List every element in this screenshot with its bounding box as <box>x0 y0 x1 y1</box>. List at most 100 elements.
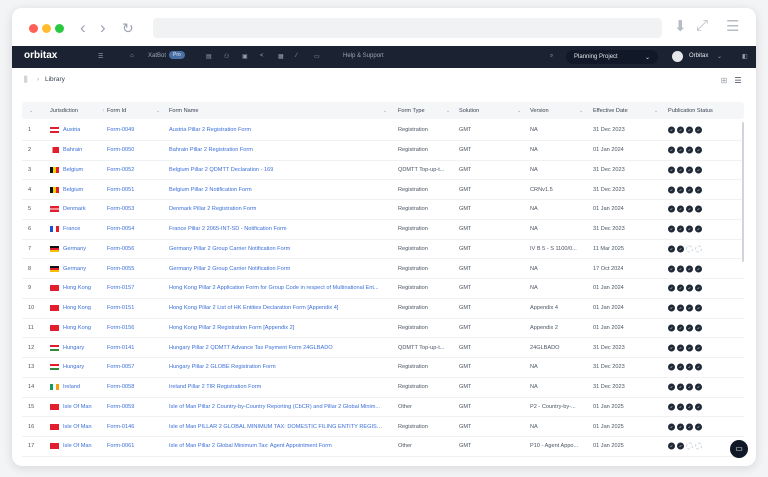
chevron-down-icon[interactable]: ⌄ <box>156 108 160 114</box>
form-name-link[interactable]: Denmark Pillar 2 Registration Form <box>169 206 256 212</box>
jurisdiction-link[interactable]: Isle Of Man <box>63 443 92 449</box>
form-name-link[interactable]: Hong Kong Pillar 2 Registration Form [Ap… <box>169 325 294 331</box>
jurisdiction-link[interactable]: France <box>63 226 80 232</box>
jurisdiction-link[interactable]: Denmark <box>63 206 86 212</box>
form-id-link[interactable]: Form-0059 <box>107 404 134 410</box>
table-row[interactable]: 13 Hungary Form-0057 Hungary Pillar 2 GLOBE… <box>22 358 744 378</box>
forward-icon[interactable]: › <box>100 18 106 38</box>
table-row[interactable]: 11 Hong Kong Form-0156 Hong Kong Pillar 2 R… <box>22 319 744 339</box>
back-icon[interactable]: ‹ <box>80 18 86 38</box>
form-name-link[interactable]: Bahrain Pillar 2 Registration Form <box>169 147 253 153</box>
xatbot-link[interactable]: XatBot <box>148 53 166 59</box>
calendar-icon[interactable]: ▣ <box>242 53 248 60</box>
reload-icon[interactable]: ↻ <box>122 20 134 37</box>
table-row[interactable]: 8 Germany Form-0055 Germany Pillar 2 Group … <box>22 259 744 279</box>
jurisdiction-link[interactable]: Isle Of Man <box>63 404 92 410</box>
search-icon[interactable]: ⌕ <box>550 53 553 60</box>
column-header-solution[interactable]: Solution <box>459 108 479 114</box>
download-icon[interactable]: ⬇ <box>674 17 687 35</box>
form-name-link[interactable]: Isle of Man PILLAR 2 GLOBAL MINIMUM TAX:… <box>169 424 384 430</box>
chevron-down-icon[interactable]: ⌄ <box>717 53 722 60</box>
chevron-down-icon[interactable]: ⌄ <box>579 108 583 114</box>
form-name-link[interactable]: Ireland Pillar 2 TIR Registration Form <box>169 384 261 390</box>
table-row[interactable]: 15 Isle Of Man Form-0059 Isle of Man Pillar… <box>22 398 744 418</box>
jurisdiction-link[interactable]: Belgium <box>63 187 83 193</box>
jurisdiction-link[interactable]: Ireland <box>63 384 80 390</box>
help-support-link[interactable]: Help & Support <box>343 53 384 59</box>
app-logo[interactable]: orbitax <box>24 50 57 61</box>
form-name-link[interactable]: Hong Kong Pillar 2 List of HK Entities D… <box>169 305 338 311</box>
library-icon[interactable]: ⫼ <box>24 75 28 85</box>
chevron-down-icon[interactable]: ⌄ <box>383 108 387 114</box>
form-id-link[interactable]: Form-0056 <box>107 246 134 252</box>
form-id-link[interactable]: Form-0055 <box>107 266 134 272</box>
monitor-icon[interactable]: ▭ <box>314 53 320 60</box>
users-icon[interactable]: ⚇ <box>224 53 229 60</box>
jurisdiction-link[interactable]: Bahrain <box>63 147 82 153</box>
form-name-link[interactable]: Belgium Pillar 2 QDMTT Declaration - 169 <box>169 167 273 173</box>
table-row[interactable]: 1 Austria Form-0049 Austria Pillar 2 Regist… <box>22 121 744 141</box>
column-header-publication-status[interactable]: Publication Status <box>668 108 713 114</box>
maximize-dot[interactable] <box>55 24 64 33</box>
column-header-effective-date[interactable]: Effective Date <box>593 108 628 114</box>
chevron-down-icon[interactable]: ⌄ <box>517 108 521 114</box>
column-header-jurisdiction[interactable]: Jurisdiction <box>50 108 78 114</box>
jurisdiction-link[interactable]: Hungary <box>63 364 84 370</box>
menu-icon[interactable]: ☰ <box>726 17 739 35</box>
jurisdiction-link[interactable]: Hungary <box>63 345 84 351</box>
table-row[interactable]: 4 Belgium Form-0051 Belgium Pillar 2 Notifi… <box>22 180 744 200</box>
table-row[interactable]: 12 Hungary Form-0141 Hungary Pillar 2 QDMTT… <box>22 338 744 358</box>
jurisdiction-link[interactable]: Isle Of Man <box>63 424 92 430</box>
jurisdiction-link[interactable]: Germany <box>63 246 86 252</box>
table-row[interactable]: 2 Bahrain Form-0050 Bahrain Pillar 2 Regist… <box>22 141 744 161</box>
table-row[interactable]: 16 Isle Of Man Form-0146 Isle of Man PILLAR… <box>22 417 744 437</box>
address-bar[interactable] <box>153 18 662 38</box>
form-id-link[interactable]: Form-0157 <box>107 285 134 291</box>
form-id-link[interactable]: Form-0053 <box>107 206 134 212</box>
sidebar-toggle-icon[interactable]: ◧ <box>742 53 748 60</box>
table-row[interactable]: 14 Ireland Form-0058 Ireland Pillar 2 TIR R… <box>22 378 744 398</box>
grid-icon[interactable]: ▦ <box>278 53 284 60</box>
column-header-form-name[interactable]: Form Name <box>169 108 199 114</box>
list-view-icon[interactable]: ☰ <box>732 75 744 87</box>
table-row[interactable]: 17 Isle Of Man Form-0061 Isle of Man Pillar… <box>22 437 744 457</box>
avatar[interactable] <box>672 51 683 62</box>
table-row[interactable]: 5 Denmark Form-0053 Denmark Pillar 2 Regist… <box>22 200 744 220</box>
jurisdiction-link[interactable]: Hong Kong <box>63 285 91 291</box>
minimize-dot[interactable] <box>42 24 51 33</box>
home-icon[interactable]: ⌂ <box>130 53 134 59</box>
share-icon[interactable]: < <box>260 53 264 59</box>
expand-icon[interactable]: ⤢ <box>696 17 708 34</box>
form-name-link[interactable]: Hungary Pillar 2 GLOBE Registration Form <box>169 364 276 370</box>
form-id-link[interactable]: Form-0057 <box>107 364 134 370</box>
scrollbar[interactable] <box>742 122 744 262</box>
form-name-link[interactable]: Germany Pillar 2 Group Carrier Notificat… <box>169 266 290 272</box>
chevron-down-icon[interactable]: ⌄ <box>654 108 658 114</box>
sort-asc-icon[interactable]: ↑ <box>102 108 105 114</box>
column-header-form-id[interactable]: Form Id <box>107 108 126 114</box>
link-icon[interactable]: ⁄ <box>296 53 297 59</box>
form-id-link[interactable]: Form-0058 <box>107 384 134 390</box>
grid-view-icon[interactable]: ⊞ <box>718 75 730 87</box>
form-id-link[interactable]: Form-0156 <box>107 325 134 331</box>
jurisdiction-link[interactable]: Austria <box>63 127 80 133</box>
column-header-form-type[interactable]: Form Type <box>398 108 425 114</box>
chat-button[interactable]: ▭ <box>730 440 748 458</box>
form-id-link[interactable]: Form-0054 <box>107 226 134 232</box>
close-dot[interactable] <box>29 24 38 33</box>
form-name-link[interactable]: Austria Pillar 2 Registration Form <box>169 127 251 133</box>
jurisdiction-link[interactable]: Germany <box>63 266 86 272</box>
form-name-link[interactable]: Hungary Pillar 2 QDMTT Advance Tax Payme… <box>169 345 333 351</box>
jurisdiction-link[interactable]: Hong Kong <box>63 325 91 331</box>
table-row[interactable]: 9 Hong Kong Form-0157 Hong Kong Pillar 2 Ap… <box>22 279 744 299</box>
list-icon[interactable]: ▤ <box>206 53 212 60</box>
form-id-link[interactable]: Form-0141 <box>107 345 134 351</box>
chevron-down-icon[interactable]: ⌄ <box>446 108 450 114</box>
table-row[interactable]: 10 Hong Kong Form-0151 Hong Kong Pillar 2 L… <box>22 299 744 319</box>
table-row[interactable]: 3 Belgium Form-0052 Belgium Pillar 2 QDMTT … <box>22 161 744 181</box>
form-id-link[interactable]: Form-0151 <box>107 305 134 311</box>
form-id-link[interactable]: Form-0051 <box>107 187 134 193</box>
form-name-link[interactable]: Isle of Man Pillar 2 Country-by-Country … <box>169 404 380 410</box>
form-id-link[interactable]: Form-0146 <box>107 424 134 430</box>
jurisdiction-link[interactable]: Belgium <box>63 167 83 173</box>
